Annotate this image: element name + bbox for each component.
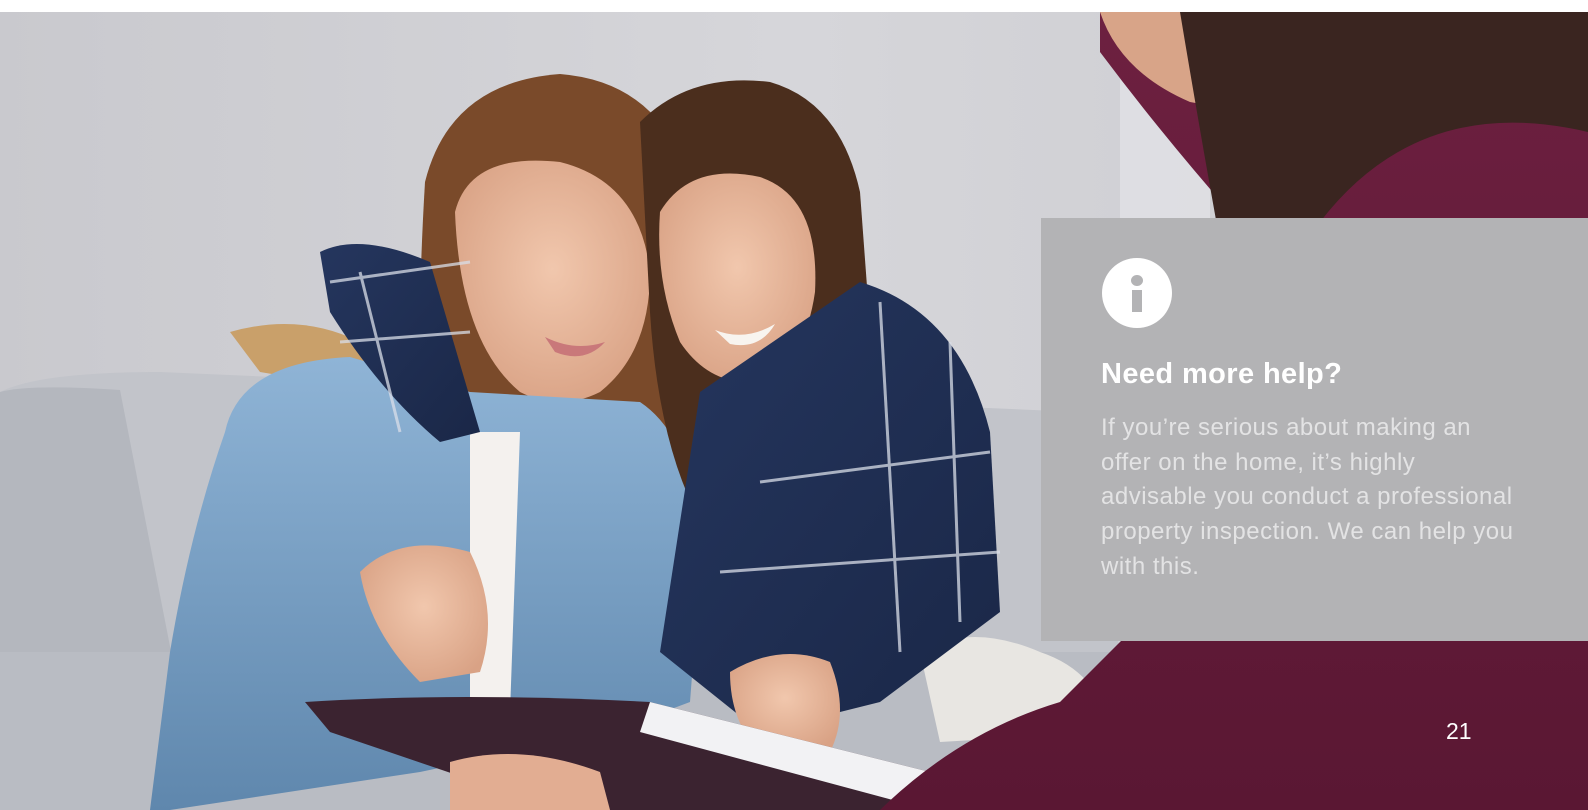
page-number: 21: [1446, 718, 1472, 744]
info-icon: [1102, 258, 1172, 328]
info-icon-stem: [1132, 290, 1142, 312]
info-icon-dot: [1131, 275, 1143, 286]
info-body-text: If you’re serious about making an offer …: [1101, 414, 1514, 580]
top-margin-strip: [0, 0, 1588, 12]
brochure-page: Need more help? If you’re serious about …: [0, 0, 1588, 810]
info-panel: Need more help? If you’re serious about …: [1041, 218, 1588, 641]
info-heading: Need more help?: [1101, 358, 1343, 390]
